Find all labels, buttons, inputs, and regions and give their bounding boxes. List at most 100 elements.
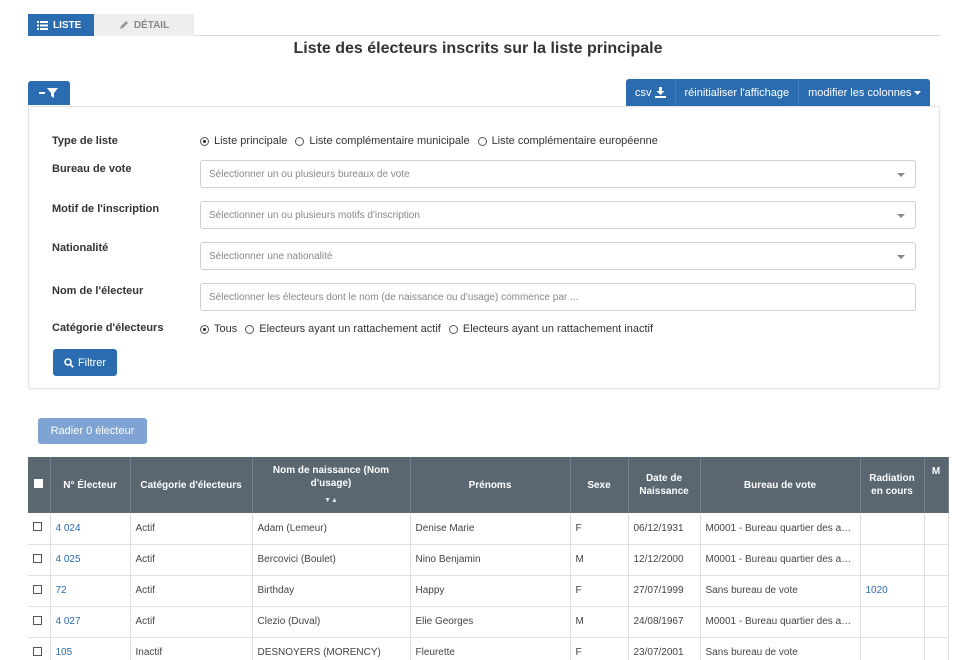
- nom-input[interactable]: Sélectionner les électeurs dont le nom (…: [200, 283, 916, 311]
- cell-prenoms: Happy: [410, 575, 571, 607]
- caret-down-icon: [897, 255, 905, 259]
- row-checkbox[interactable]: [33, 646, 42, 656]
- col-extra[interactable]: M: [924, 457, 949, 513]
- cell-numero[interactable]: 105: [50, 637, 131, 660]
- radio-label: Electeurs ayant un rattachement actif: [259, 323, 441, 335]
- electeurs-table: N° Électeur Catégorie d'électeurs Nom de…: [28, 457, 949, 660]
- radio-liste-complementaire-europeenne[interactable]: Liste complémentaire européenne: [477, 135, 658, 147]
- motif-select[interactable]: Sélectionner un ou plusieurs motifs d'in…: [200, 201, 916, 229]
- col-naissance[interactable]: Date de Naissance: [628, 457, 701, 513]
- bureau-select[interactable]: Sélectionner un ou plusieurs bureaux de …: [200, 160, 916, 188]
- col-bureau[interactable]: Bureau de vote: [700, 457, 861, 513]
- cell-naissance: 12/12/2000: [628, 544, 701, 576]
- row-checkbox[interactable]: [33, 615, 42, 625]
- cell-sexe: M: [570, 606, 629, 638]
- cell-extra: [924, 513, 949, 545]
- col-prenoms[interactable]: Prénoms: [410, 457, 571, 513]
- cell-extra: [924, 637, 949, 660]
- row-select-cell[interactable]: [28, 637, 51, 660]
- table-row[interactable]: 105 Inactif DESNOYERS (MORENCY) Fleurett…: [28, 637, 949, 660]
- row-checkbox[interactable]: [33, 522, 42, 532]
- categorie-radios: Tous Electeurs ayant un rattachement act…: [200, 323, 661, 335]
- cell-nom: Birthday: [252, 575, 411, 607]
- cell-prenoms: Denise Marie: [410, 513, 571, 545]
- cell-categorie: Actif: [130, 513, 253, 545]
- radier-button[interactable]: Radier 0 électeur: [38, 418, 147, 444]
- radio-liste-principale[interactable]: Liste principale: [200, 135, 287, 147]
- cell-sexe: F: [570, 513, 629, 545]
- caret-down-icon: [897, 173, 905, 177]
- cell-radiation[interactable]: [860, 544, 925, 576]
- collapse-filter-icon: [39, 88, 58, 98]
- motif-placeholder: Sélectionner un ou plusieurs motifs d'in…: [209, 209, 420, 221]
- filter-toggle-button[interactable]: [28, 81, 70, 105]
- cell-radiation[interactable]: [860, 513, 925, 545]
- row-select-cell[interactable]: [28, 575, 51, 607]
- col-categorie[interactable]: Catégorie d'électeurs: [130, 457, 253, 513]
- reset-display-button[interactable]: réinitialiser l'affichage: [676, 79, 800, 106]
- radio-button[interactable]: [245, 324, 255, 334]
- radio-button[interactable]: [477, 136, 487, 146]
- type-liste-radios: Liste principale Liste complémentaire mu…: [200, 135, 666, 147]
- row-select-cell[interactable]: [28, 544, 51, 576]
- cell-numero[interactable]: 4 024: [50, 513, 131, 545]
- radio-button[interactable]: [295, 136, 305, 146]
- col-nom[interactable]: Nom de naissance (Nom d'usage) ▼▲: [252, 457, 411, 513]
- col-sexe[interactable]: Sexe: [570, 457, 629, 513]
- table-row[interactable]: 72 Actif Birthday Happy F 27/07/1999 San…: [28, 575, 949, 607]
- tab-liste-label: LISTE: [53, 19, 82, 31]
- sort-icon: ▼▲: [324, 496, 338, 504]
- table-row[interactable]: 4 027 Actif Clezio (Duval) Elie Georges …: [28, 606, 949, 638]
- cell-radiation[interactable]: [860, 606, 925, 638]
- cell-naissance: 24/08/1967: [628, 606, 701, 638]
- row-checkbox[interactable]: [33, 553, 42, 563]
- cell-nom: Bercovici (Boulet): [252, 544, 411, 576]
- tab-detail-label: DÉTAIL: [133, 19, 170, 31]
- table-row[interactable]: 4 025 Actif Bercovici (Boulet) Nino Benj…: [28, 544, 949, 576]
- view-tabs: LISTE DÉTAIL: [28, 14, 940, 36]
- radio-rattachement-actif[interactable]: Electeurs ayant un rattachement actif: [245, 323, 441, 335]
- cell-extra: [924, 606, 949, 638]
- select-all-checkbox[interactable]: [34, 478, 44, 488]
- tab-liste[interactable]: LISTE: [28, 14, 94, 36]
- cell-bureau: M0001 - Bureau quartier des anc...: [700, 606, 861, 638]
- csv-export-button[interactable]: csv: [626, 79, 676, 106]
- radio-liste-complementaire-municipale[interactable]: Liste complémentaire municipale: [295, 135, 470, 147]
- table-header-row: N° Électeur Catégorie d'électeurs Nom de…: [28, 457, 949, 513]
- radio-button-checked[interactable]: [200, 136, 209, 146]
- bureau-label: Bureau de vote: [52, 163, 132, 175]
- select-all-cell[interactable]: [28, 457, 51, 513]
- nationalite-select[interactable]: Sélectionner une nationalité: [200, 242, 916, 270]
- cell-categorie: Actif: [130, 606, 253, 638]
- cell-sexe: F: [570, 637, 629, 660]
- table-row[interactable]: 4 024 Actif Adam (Lemeur) Denise Marie F…: [28, 513, 949, 545]
- cell-extra: [924, 575, 949, 607]
- cell-prenoms: Nino Benjamin: [410, 544, 571, 576]
- cell-naissance: 27/07/1999: [628, 575, 701, 607]
- row-select-cell[interactable]: [28, 513, 51, 545]
- radio-tous[interactable]: Tous: [200, 323, 237, 335]
- row-checkbox[interactable]: [33, 584, 42, 594]
- motif-label: Motif de l'inscription: [52, 203, 160, 215]
- cell-radiation[interactable]: 1020: [860, 575, 925, 607]
- cell-numero[interactable]: 4 025: [50, 544, 131, 576]
- radio-label: Tous: [214, 323, 238, 335]
- tab-detail[interactable]: DÉTAIL: [94, 14, 194, 36]
- cell-numero[interactable]: 72: [50, 575, 131, 607]
- filter-button-label: Filtrer: [77, 356, 107, 369]
- edit-columns-button[interactable]: modifier les colonnes: [799, 79, 930, 106]
- radio-button[interactable]: [448, 324, 458, 334]
- caret-down-icon: [897, 214, 905, 218]
- filter-button[interactable]: Filtrer: [53, 349, 117, 376]
- cell-radiation[interactable]: [860, 637, 925, 660]
- radio-rattachement-inactif[interactable]: Electeurs ayant un rattachement inactif: [448, 323, 653, 335]
- row-select-cell[interactable]: [28, 606, 51, 638]
- edit-columns-label: modifier les colonnes: [808, 86, 912, 99]
- list-icon: [37, 20, 48, 30]
- categorie-label: Catégorie d'électeurs: [52, 322, 164, 334]
- cell-numero[interactable]: 4 027: [50, 606, 131, 638]
- col-radiation[interactable]: Radiation en cours: [860, 457, 925, 513]
- col-numero[interactable]: N° Électeur: [50, 457, 131, 513]
- radio-button-checked[interactable]: [200, 324, 209, 334]
- csv-label: csv: [635, 86, 652, 99]
